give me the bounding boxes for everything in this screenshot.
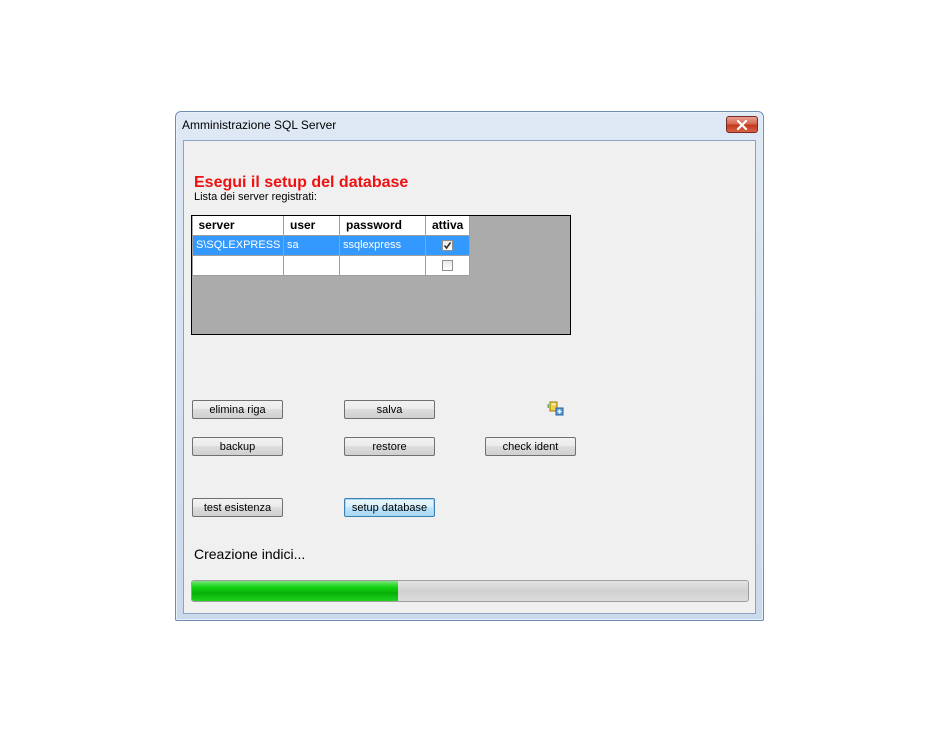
attiva-checkbox-checked[interactable] bbox=[442, 239, 453, 251]
check-ident-button[interactable]: check ident bbox=[485, 437, 576, 456]
main-window: Amministrazione SQL Server Esegui il set… bbox=[175, 111, 764, 621]
title-bar[interactable]: Amministrazione SQL Server bbox=[176, 112, 763, 140]
column-header-user[interactable]: user bbox=[283, 216, 340, 236]
delete-row-button[interactable]: elimina riga bbox=[192, 400, 283, 419]
table-row[interactable]: S\SQLEXPRESS sa ssqlexpress bbox=[192, 234, 470, 256]
backup-button[interactable]: backup bbox=[192, 437, 283, 456]
client-area: Esegui il setup del database Lista dei s… bbox=[183, 140, 756, 614]
page-title: Esegui il setup del database bbox=[194, 174, 409, 191]
progress-bar bbox=[191, 580, 749, 602]
close-button[interactable] bbox=[726, 116, 758, 133]
window-title: Amministrazione SQL Server bbox=[182, 118, 337, 132]
desktop: Amministrazione SQL Server Esegui il set… bbox=[0, 0, 940, 732]
cell-server[interactable] bbox=[192, 254, 284, 276]
server-table: server user password attiva S\SQLEXPRESS… bbox=[192, 216, 470, 276]
cell-attiva[interactable] bbox=[425, 234, 470, 256]
server-list-label: Lista dei server registrati: bbox=[194, 191, 317, 203]
setup-database-button[interactable]: setup database bbox=[344, 498, 435, 517]
close-icon bbox=[736, 119, 748, 130]
column-header-attiva[interactable]: attiva bbox=[425, 216, 470, 236]
add-connection-icon[interactable] bbox=[547, 400, 565, 418]
column-header-password[interactable]: password bbox=[339, 216, 426, 236]
server-grid[interactable]: server user password attiva S\SQLEXPRESS… bbox=[191, 215, 571, 335]
status-text: Creazione indici... bbox=[194, 546, 306, 562]
table-row[interactable] bbox=[192, 254, 470, 276]
test-existence-button[interactable]: test esistenza bbox=[192, 498, 283, 517]
column-header-server[interactable]: server bbox=[192, 216, 284, 236]
cell-password[interactable]: ssqlexpress bbox=[339, 234, 426, 256]
cell-attiva[interactable] bbox=[425, 254, 470, 276]
cell-password[interactable] bbox=[339, 254, 426, 276]
grid-header-row: server user password attiva bbox=[192, 216, 470, 236]
cell-user[interactable]: sa bbox=[283, 234, 340, 256]
cell-server[interactable]: S\SQLEXPRESS bbox=[192, 234, 284, 256]
progress-fill bbox=[192, 581, 398, 601]
cell-user[interactable] bbox=[283, 254, 340, 276]
checkmark-icon bbox=[443, 241, 452, 249]
attiva-checkbox[interactable] bbox=[442, 259, 453, 271]
restore-button[interactable]: restore bbox=[344, 437, 435, 456]
save-button[interactable]: salva bbox=[344, 400, 435, 419]
